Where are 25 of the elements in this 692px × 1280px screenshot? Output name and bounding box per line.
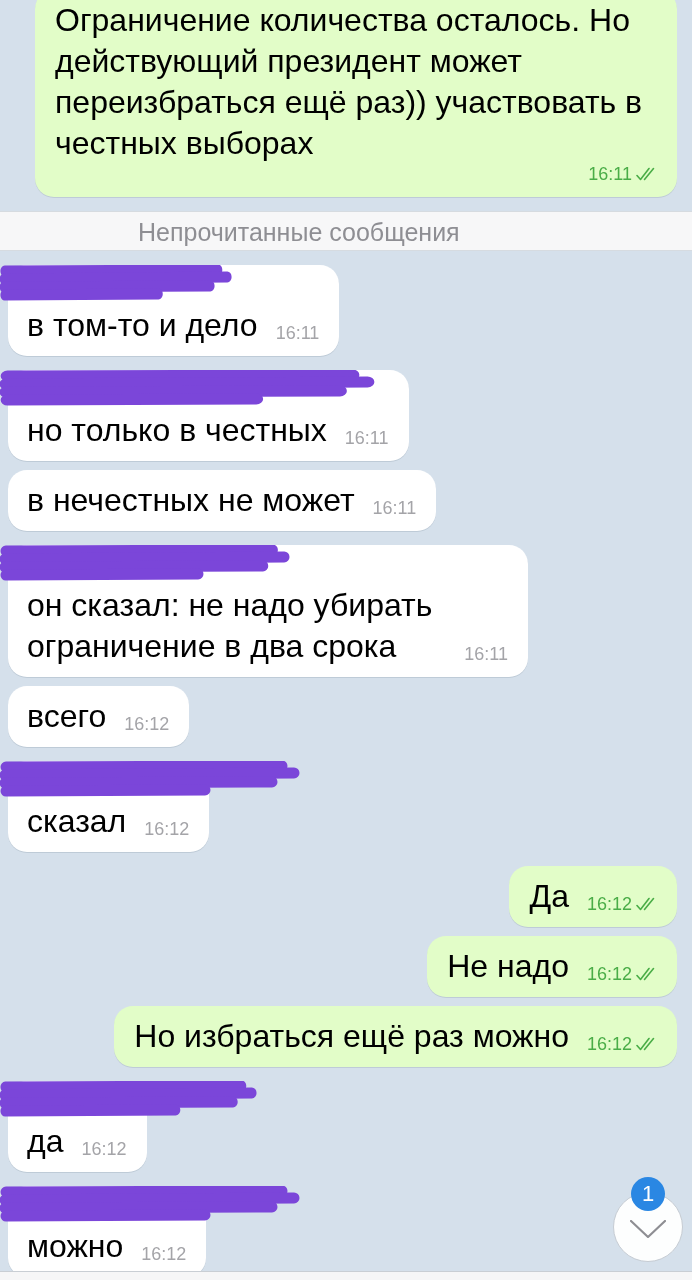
message-text: Да: [529, 877, 569, 916]
chevron-down-icon: [630, 1220, 666, 1238]
message-text: в том-то и дело: [27, 306, 258, 345]
message-time: 16:12: [586, 894, 632, 914]
message-text: Не надо: [447, 947, 569, 986]
message-time: 16:12: [144, 819, 190, 839]
message-text: Ограничение количества осталось. Но действующий президент может переизбраться ещё раз)) участвовать в честных выборах: [55, 1, 644, 163]
message-text: Но избраться ещё раз можно: [134, 1017, 569, 1056]
message-time: 16:12: [81, 1139, 127, 1159]
message-text: сказал: [27, 802, 127, 841]
message-text: да: [27, 1122, 64, 1161]
message-text: но только в честных: [27, 411, 327, 450]
message-time: 16:11: [344, 428, 389, 448]
message-text: всего: [27, 697, 107, 736]
message-time: 16:12: [124, 714, 170, 734]
message-text: можно: [27, 1227, 124, 1266]
message-time: 16:11: [464, 644, 508, 664]
message-time: 16:12: [141, 1244, 187, 1264]
message-time: 16:11: [588, 164, 632, 184]
message-time: 16:12: [586, 964, 632, 984]
message-text: он сказал: не надо убирать ограничение в два срока: [27, 586, 434, 666]
message-time: 16:11: [372, 498, 417, 518]
message-text: в нечестных не может: [27, 481, 355, 520]
message-time: 16:12: [586, 1034, 632, 1054]
message-time: 16:11: [275, 323, 320, 343]
